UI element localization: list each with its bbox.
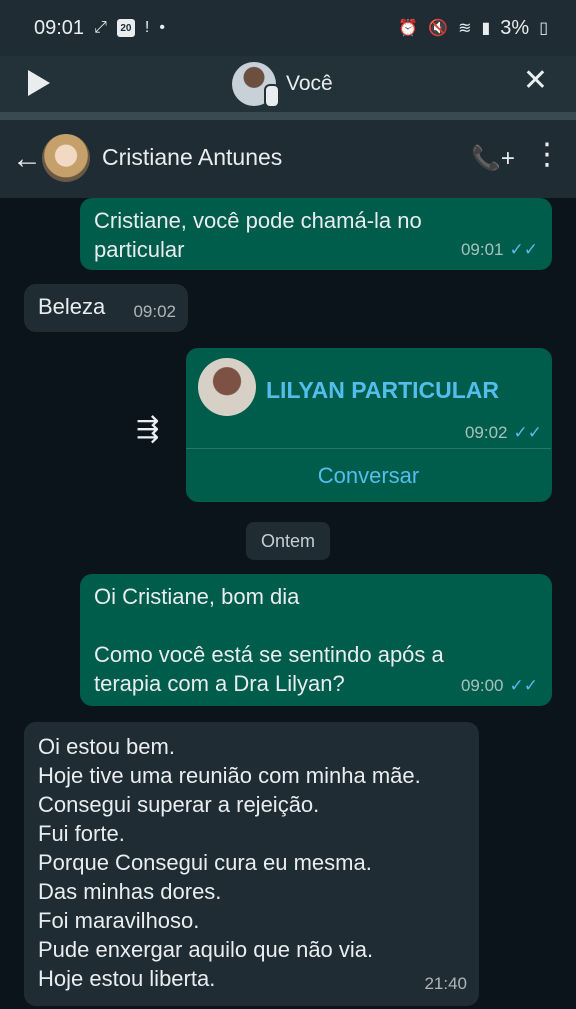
mute-icon: 🔇 (428, 20, 449, 37)
message-time: 09:02 ✓✓ (465, 418, 542, 447)
more-vert-icon[interactable]: ⋮ (532, 140, 562, 170)
alert-icon: ! (144, 19, 150, 36)
status-left: 09:01 ⤢ 20 ! • (34, 17, 165, 40)
message-text: Oi estou bem. Hoje tive uma reunião com … (38, 734, 421, 991)
missed-call-icon: ⤢ (94, 19, 107, 36)
voice-speaker-name: Você (286, 72, 333, 95)
status-right: ⏰ 🔇 ≋ ▮ 3% ▯ (398, 17, 548, 40)
double-check-icon: ✓✓ (513, 423, 543, 442)
time-label: 09:01 (460, 240, 504, 259)
avatar (198, 358, 256, 416)
clock-icon: ⏰ (398, 20, 419, 37)
divider (186, 448, 551, 449)
voice-banner[interactable]: Você ✕ (0, 56, 576, 112)
status-time: 09:01 (34, 16, 85, 39)
time-label: 09:00 (460, 676, 504, 695)
dot-icon: • (159, 19, 165, 36)
calendar-icon: 20 (116, 19, 135, 37)
message-time: 21:40 (424, 974, 467, 993)
message-outgoing-1[interactable]: Cristiane, você pode chamá-la no particu… (80, 198, 552, 270)
avatar (232, 62, 280, 108)
contact-card-message[interactable]: LILYAN PARTICULAR 09:02 ✓✓ Conversar (186, 348, 552, 502)
message-text: Cristiane, você pode chamá-la no particu… (94, 208, 422, 262)
message-outgoing-2[interactable]: Oi Cristiane, bom dia Como você está se … (80, 574, 552, 706)
day-separator: Ontem (246, 522, 330, 560)
battery-icon: ▯ (539, 20, 548, 37)
add-call-icon[interactable]: 📞+ (471, 144, 515, 173)
message-time: 09:00 ✓✓ (461, 671, 538, 700)
chat-header: ← Cristiane Antunes 📞+ ⋮ (0, 120, 576, 198)
message-incoming-1[interactable]: Beleza 09:02 (24, 284, 188, 332)
voice-speaker: Você (232, 62, 333, 108)
contact-name[interactable]: Cristiane Antunes (102, 144, 282, 171)
double-check-icon: ✓✓ (509, 240, 539, 259)
message-time: 09:01 ✓✓ (461, 235, 538, 264)
double-check-icon: ✓✓ (509, 676, 539, 695)
status-bar: 09:01 ⤢ 20 ! • ⏰ 🔇 ≋ ▮ 3% ▯ (0, 0, 576, 56)
contact-card-title: LILYAN PARTICULAR (266, 377, 499, 403)
time-label: 09:02 (464, 423, 508, 442)
back-arrow-icon[interactable]: ← (12, 142, 42, 176)
battery-percent: 3% (500, 16, 530, 39)
wifi-icon: ≋ (458, 20, 472, 37)
message-incoming-2[interactable]: Oi estou bem. Hoje tive uma reunião com … (24, 722, 479, 1006)
message-text: Beleza (38, 294, 106, 319)
contact-avatar[interactable] (42, 134, 90, 182)
message-time: 09:02 (133, 302, 176, 321)
play-icon[interactable] (28, 70, 50, 96)
mic-icon (264, 84, 280, 108)
signal-icon: ▮ (481, 20, 491, 37)
conversar-button[interactable]: Conversar (186, 461, 551, 490)
divider (0, 112, 576, 120)
chat-area: Cristiane, você pode chamá-la no particu… (0, 198, 576, 1009)
close-icon[interactable]: ✕ (523, 66, 548, 96)
forward-icon[interactable]: ⇶ (136, 412, 159, 445)
message-text: Oi Cristiane, bom dia Como você está se … (94, 584, 444, 696)
